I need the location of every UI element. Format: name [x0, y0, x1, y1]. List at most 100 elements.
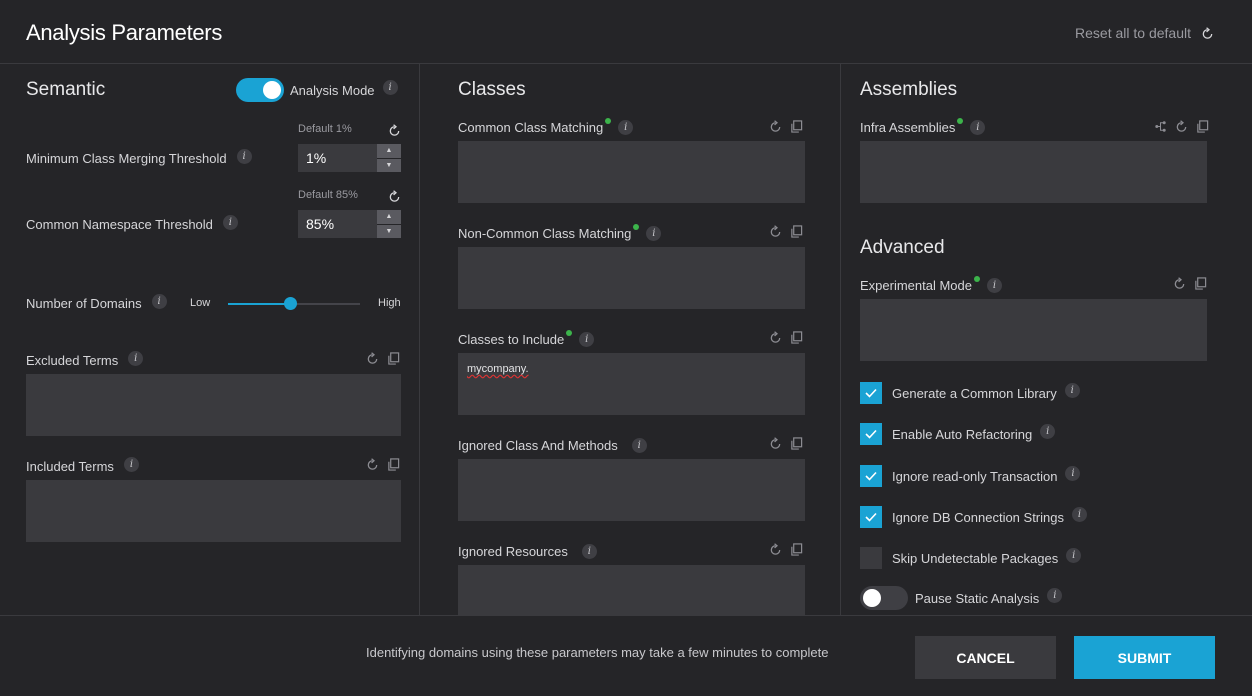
info-icon[interactable]: i: [1065, 466, 1081, 481]
experimental-mode-tools: [1173, 277, 1207, 290]
included-terms-tools: [366, 458, 400, 471]
reset-icon[interactable]: [1175, 120, 1188, 133]
info-icon[interactable]: i: [1066, 548, 1082, 563]
common-class-matching-tools: [769, 120, 803, 133]
footer-note: Identifying domains using these paramete…: [366, 645, 829, 660]
reset-icon[interactable]: [366, 458, 379, 471]
ignore-db-connection-strings-row: Ignore DB Connection Strings i: [892, 507, 1087, 525]
common-class-matching-input[interactable]: [458, 141, 805, 203]
min-class-merging-stepper[interactable]: 1% ▲ ▼: [298, 144, 401, 172]
info-icon[interactable]: i: [123, 457, 139, 472]
copy-icon[interactable]: [790, 331, 803, 344]
experimental-mode-input[interactable]: [860, 299, 1207, 361]
reset-icon[interactable]: [1173, 277, 1186, 290]
copy-icon[interactable]: [1196, 120, 1209, 133]
info-icon[interactable]: i: [1040, 424, 1056, 439]
reset-icon: [1202, 26, 1213, 39]
reset-icon[interactable]: [388, 124, 401, 137]
common-class-matching-label: Common Class Matching: [458, 120, 604, 135]
common-namespace-row: Common Namespace Threshold i: [26, 215, 238, 232]
included-terms-label: Included Terms: [26, 459, 114, 474]
status-dot-icon: [957, 117, 964, 124]
info-icon[interactable]: i: [970, 120, 986, 135]
status-dot-icon: [566, 329, 573, 336]
common-namespace-value[interactable]: 85%: [298, 210, 377, 238]
spin-up-icon[interactable]: ▲: [377, 144, 401, 158]
cancel-button[interactable]: CANCEL: [915, 636, 1056, 679]
included-terms-input[interactable]: [26, 480, 401, 542]
info-icon[interactable]: i: [236, 149, 252, 164]
info-icon[interactable]: i: [222, 215, 238, 230]
common-namespace-stepper[interactable]: 85% ▲ ▼: [298, 210, 401, 238]
copy-icon[interactable]: [1194, 277, 1207, 290]
info-icon[interactable]: i: [987, 278, 1002, 293]
infra-assemblies-input[interactable]: [860, 141, 1207, 203]
ignored-class-methods-input[interactable]: [458, 459, 805, 521]
excluded-terms-label: Excluded Terms: [26, 353, 119, 368]
reset-icon[interactable]: [769, 120, 782, 133]
common-namespace-label: Common Namespace Threshold: [26, 217, 213, 232]
ignore-readonly-transaction-checkbox[interactable]: [860, 465, 882, 487]
info-icon[interactable]: i: [1064, 383, 1080, 398]
info-icon[interactable]: i: [1071, 507, 1087, 522]
excluded-terms-input[interactable]: [26, 374, 401, 436]
classes-title: Classes: [458, 79, 526, 100]
classes-panel: Classes Common Class Matching i Non-Comm…: [421, 64, 841, 615]
submit-button[interactable]: SUBMIT: [1074, 636, 1215, 679]
non-common-class-matching-row: Non-Common Class Matching i: [458, 223, 662, 241]
copy-icon[interactable]: [387, 352, 400, 365]
copy-icon[interactable]: [790, 225, 803, 238]
copy-icon[interactable]: [790, 437, 803, 450]
reset-icon[interactable]: [769, 225, 782, 238]
info-icon[interactable]: i: [581, 544, 597, 559]
copy-icon[interactable]: [790, 543, 803, 556]
common-namespace-default: Default 85%: [298, 189, 358, 201]
analysis-mode-toggle[interactable]: [236, 78, 284, 102]
info-icon[interactable]: i: [382, 80, 398, 95]
pause-static-analysis-label: Pause Static Analysis: [915, 591, 1040, 606]
min-class-merging-value[interactable]: 1%: [298, 144, 377, 172]
status-dot-icon: [633, 223, 640, 230]
check-icon: [865, 388, 877, 398]
copy-icon[interactable]: [790, 120, 803, 133]
reset-icon[interactable]: [388, 190, 401, 203]
info-icon[interactable]: i: [151, 294, 167, 309]
ignore-db-connection-strings-checkbox[interactable]: [860, 506, 882, 528]
enable-auto-refactoring-checkbox[interactable]: [860, 423, 882, 445]
excluded-terms-row: Excluded Terms i: [26, 351, 144, 368]
spin-down-icon[interactable]: ▼: [377, 224, 401, 238]
info-icon[interactable]: i: [1047, 588, 1063, 603]
reset-icon[interactable]: [769, 331, 782, 344]
spin-down-icon[interactable]: ▼: [377, 158, 401, 172]
info-icon[interactable]: i: [618, 120, 634, 135]
info-icon[interactable]: i: [579, 332, 595, 347]
copy-icon[interactable]: [387, 458, 400, 471]
tree-icon[interactable]: [1154, 120, 1167, 133]
ignored-resources-input[interactable]: [458, 565, 805, 615]
info-icon[interactable]: i: [646, 226, 662, 241]
spin-up-icon[interactable]: ▲: [377, 210, 401, 224]
skip-undetectable-packages-checkbox[interactable]: [860, 547, 882, 569]
info-icon[interactable]: i: [128, 351, 144, 366]
non-common-class-matching-input[interactable]: [458, 247, 805, 309]
info-icon[interactable]: i: [631, 438, 647, 453]
reset-all-label: Reset all to default: [1075, 25, 1191, 41]
toggle-knob: [863, 589, 881, 607]
generate-common-library-row: Generate a Common Library i: [892, 383, 1080, 401]
reset-icon[interactable]: [366, 352, 379, 365]
domains-slider-handle[interactable]: [283, 297, 297, 310]
classes-to-include-row: Classes to Include i: [458, 329, 595, 347]
reset-all-button[interactable]: Reset all to default: [1075, 25, 1214, 41]
check-icon: [865, 429, 877, 439]
reset-icon[interactable]: [769, 543, 782, 556]
ignore-readonly-transaction-row: Ignore read-only Transaction i: [892, 466, 1081, 484]
classes-to-include-input[interactable]: mycompany.: [458, 353, 805, 415]
skip-undetectable-packages-row: Skip Undetectable Packages i: [892, 548, 1082, 566]
generate-common-library-checkbox[interactable]: [860, 382, 882, 404]
ignored-class-methods-tools: [769, 437, 803, 450]
infra-assemblies-row: Infra Assemblies i: [860, 117, 986, 135]
reset-icon[interactable]: [769, 437, 782, 450]
pause-static-analysis-toggle[interactable]: [860, 586, 908, 610]
domains-label: Number of Domains: [26, 296, 142, 311]
enable-auto-refactoring-label: Enable Auto Refactoring: [892, 427, 1033, 442]
